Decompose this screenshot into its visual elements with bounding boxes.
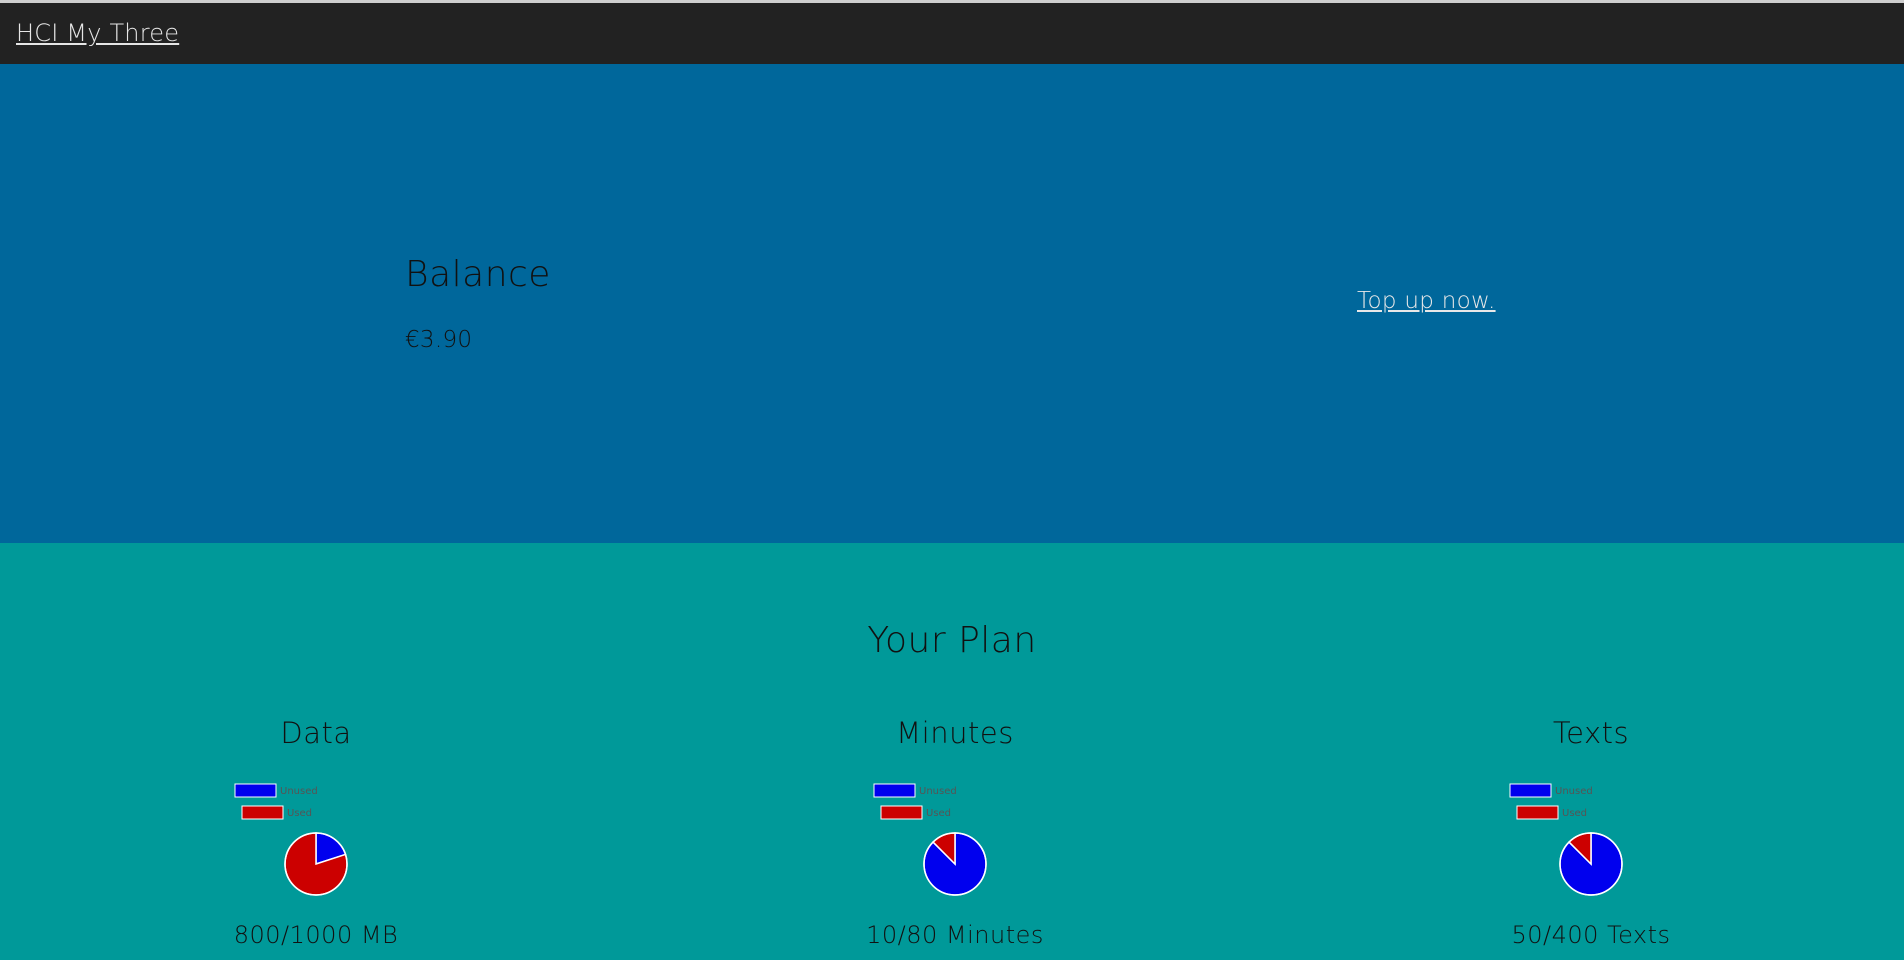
legend-swatch-used: [1516, 805, 1559, 820]
plan-section: Your Plan Data Unused Used 800/1000 MB Mi…: [0, 543, 1904, 960]
legend-label-used: Used: [287, 808, 312, 819]
legend-swatch-used: [880, 805, 923, 820]
balance-section: Balance €3.90 Top up now.: [0, 64, 1904, 543]
plan-minutes-column: Minutes Unused Used 10/80 Minutes: [805, 716, 1105, 960]
legend-swatch-unused: [234, 783, 277, 798]
plan-minutes-caption: 10/80 Minutes: [866, 921, 1044, 949]
minutes-pie-chart: Unused Used: [873, 783, 987, 896]
legend-label-used: Used: [926, 808, 951, 819]
brand-link[interactable]: HCI My Three: [16, 19, 179, 47]
legend-label-unused: Unused: [280, 786, 318, 797]
legend-swatch-unused: [1509, 783, 1552, 798]
plan-texts-column: Texts Unused Used 50/400 Texts: [1441, 716, 1741, 960]
top-up-link[interactable]: Top up now.: [1357, 288, 1496, 314]
legend-swatch-unused: [873, 783, 916, 798]
plan-texts-title: Texts: [1552, 716, 1630, 750]
plan-title: Your Plan: [867, 620, 1037, 661]
plan-data-caption: 800/1000 MB: [233, 921, 399, 949]
legend-label-used: Used: [1562, 808, 1587, 819]
legend-swatch-used: [241, 805, 284, 820]
balance-amount: €3.90: [405, 327, 473, 353]
plan-data-column: Data Unused Used 800/1000 MB: [166, 716, 466, 960]
balance-title: Balance: [405, 254, 551, 295]
data-pie-chart: Unused Used: [234, 783, 348, 896]
legend-label-unused: Unused: [1555, 786, 1593, 797]
plan-texts-caption: 50/400 Texts: [1511, 921, 1671, 949]
legend-label-unused: Unused: [919, 786, 957, 797]
plan-data-title: Data: [280, 716, 352, 750]
navbar: HCI My Three: [0, 0, 1904, 64]
plan-minutes-title: Minutes: [896, 716, 1014, 750]
texts-pie-chart: Unused Used: [1509, 783, 1623, 896]
